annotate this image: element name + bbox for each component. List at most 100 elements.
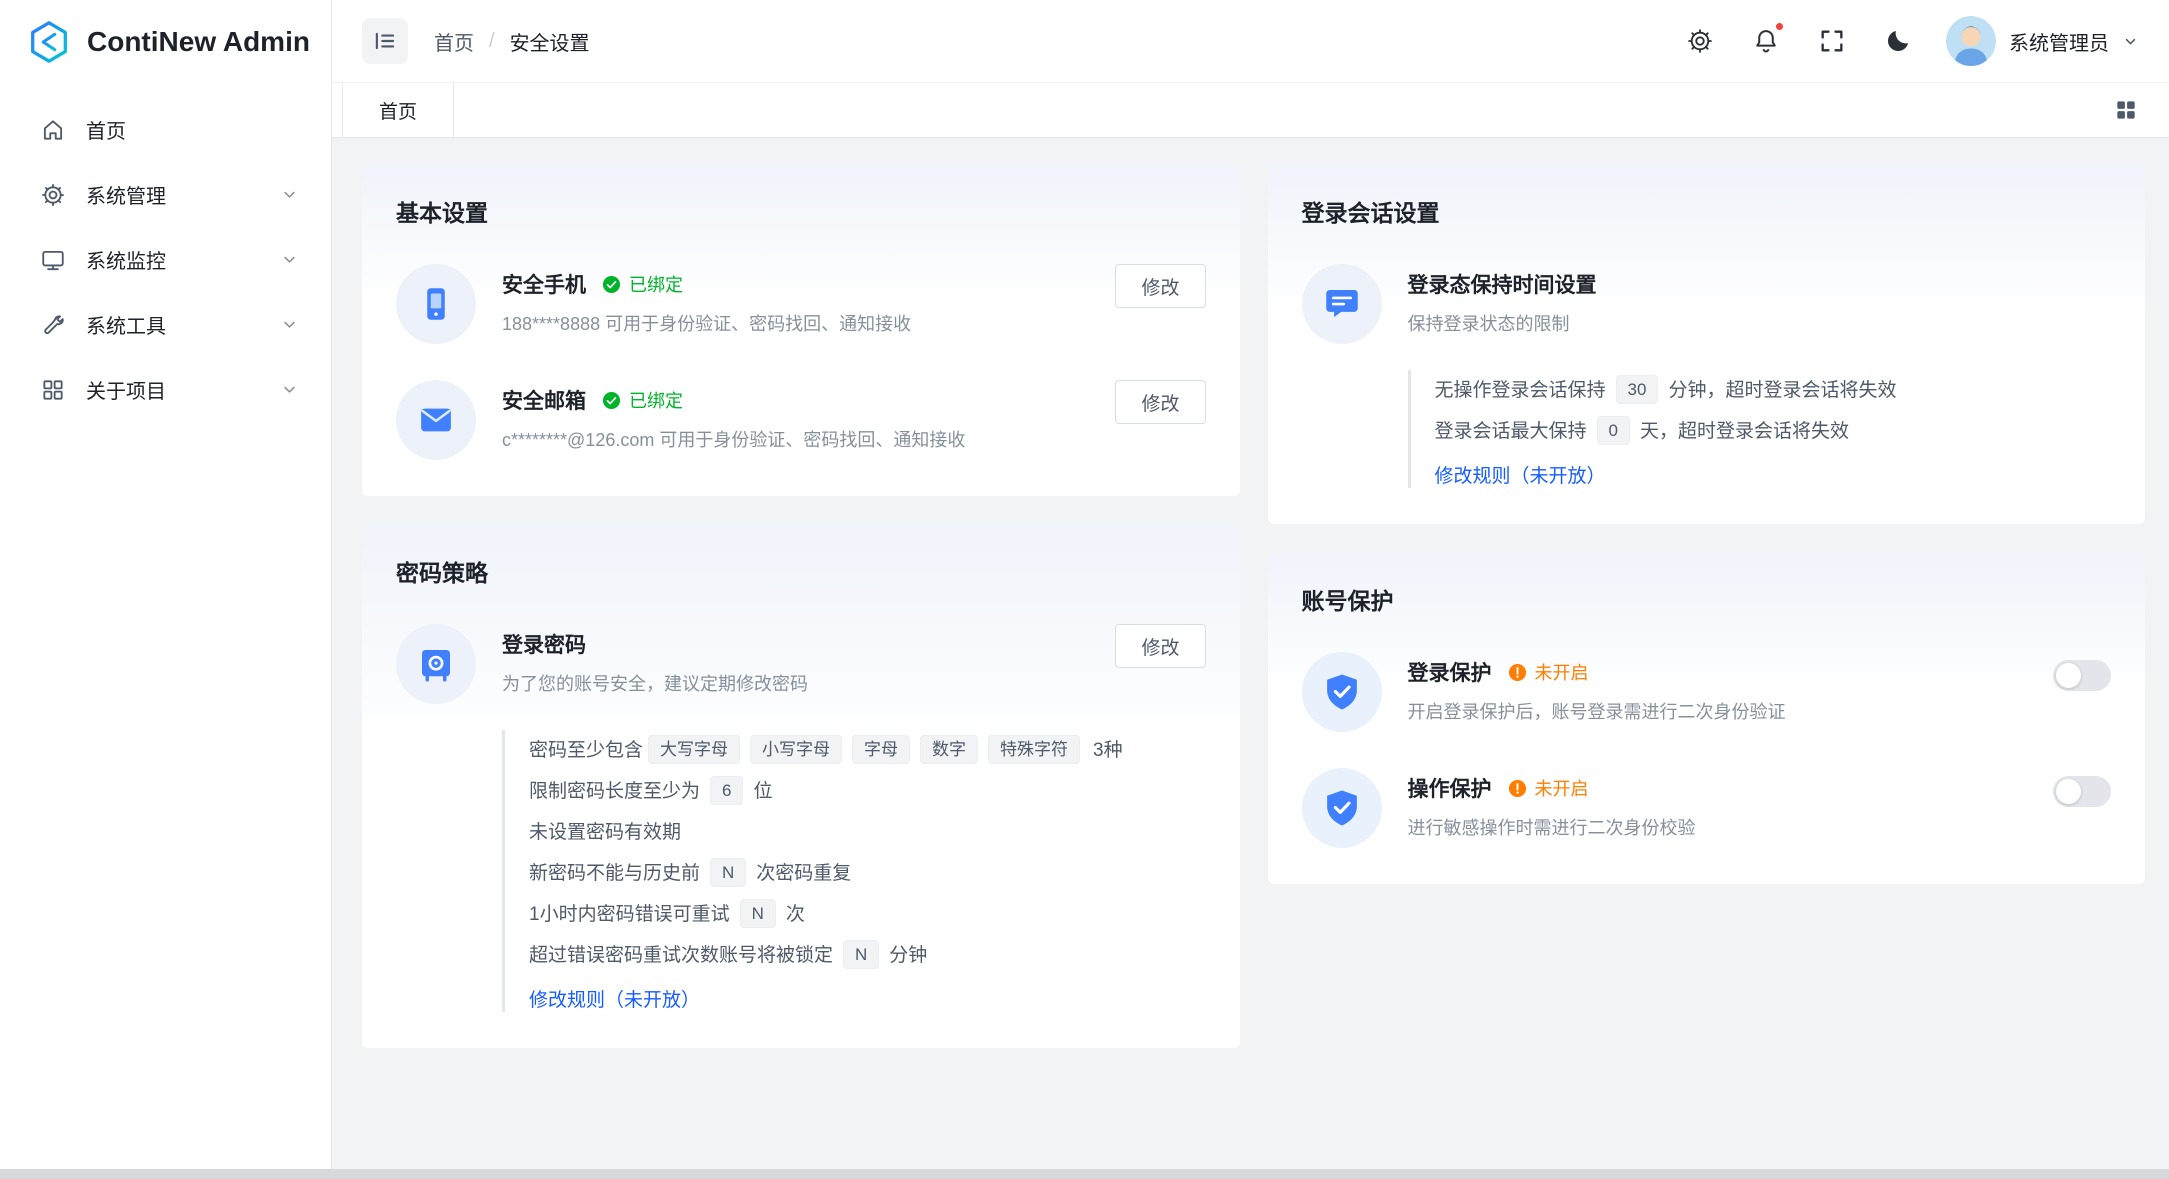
session-rules-block: 无操作登录会话保持30分钟，超时登录会话将失效 登录会话最大保持0天，超时登录会… (1408, 370, 2112, 488)
rule-value-pill: 0 (1597, 416, 1630, 445)
status-text: 未开启 (1535, 659, 1589, 685)
chat-bubble-icon (1302, 264, 1382, 344)
sidebar-item-label: 关于项目 (86, 375, 260, 404)
password-lock-rule: 超过错误密码重试次数账号将被锁定N分钟 (529, 935, 1206, 976)
rule-text: 分钟，超时登录会话将失效 (1668, 380, 1896, 401)
toggle-knob (2056, 663, 2081, 688)
rule-value-pill: N (710, 858, 746, 887)
card-session-settings: 登录会话设置 登录态保持时间设置 保持登录状态的限 (1268, 164, 2146, 524)
rule-tag: 特殊字符 (988, 735, 1080, 764)
rule-text: 次密码重复 (756, 863, 851, 884)
left-column: 基本设置 安全手机 (362, 164, 1240, 1179)
sidebar-item-home[interactable]: 首页 (0, 97, 331, 162)
item-title: 安全邮箱 (502, 385, 586, 415)
item-description: 为了您的账号安全，建议定期修改密码 (502, 671, 1095, 698)
card-title: 密码策略 (396, 554, 1206, 588)
card-password-policy: 密码策略 登录密码 (362, 524, 1240, 1048)
chevron-down-icon (280, 185, 299, 204)
main-area: 首页 / 安全设置 (332, 0, 2169, 1179)
app-logo[interactable]: ContiNew Admin (0, 0, 331, 83)
rule-tag: 数字 (920, 735, 978, 764)
sidebar-item-system-management[interactable]: 系统管理 (0, 162, 331, 227)
login-protection-toggle[interactable] (2053, 660, 2111, 691)
item-description: 保持登录状态的限制 (1408, 311, 2112, 338)
safe-icon (396, 624, 476, 704)
tab-bar: 首页 (332, 83, 2169, 138)
modify-password-rules-link[interactable]: 修改规则（未开放） (529, 985, 700, 1012)
password-history-rule: 新密码不能与历史前 N 次密码重复 (529, 853, 1206, 894)
dark-mode-button[interactable] (1880, 23, 1916, 59)
card-title: 基本设置 (396, 194, 1206, 228)
user-name: 系统管理员 (2009, 27, 2109, 56)
settings-button[interactable] (1682, 23, 1718, 59)
status-badge: 已绑定 (602, 387, 683, 413)
sidebar-item-system-monitor[interactable]: 系统监控 (0, 227, 331, 292)
sidebar-item-label: 首页 (86, 115, 299, 144)
password-length-rule: 限制密码长度至少为6位 (529, 771, 1206, 812)
sidebar-item-system-tools[interactable]: 系统工具 (0, 292, 331, 357)
user-menu[interactable]: 系统管理员 (1946, 16, 2139, 66)
item-description: 进行敏感操作时需进行二次身份校验 (1408, 815, 2034, 842)
tab-home[interactable]: 首页 (342, 83, 454, 137)
card-title: 登录会话设置 (1302, 194, 2112, 228)
tab-label: 首页 (379, 97, 417, 124)
notifications-button[interactable] (1748, 23, 1784, 59)
moon-icon (1884, 27, 1912, 55)
rule-value-pill: 30 (1616, 375, 1659, 404)
toggle-knob (2056, 779, 2081, 804)
rule-text: 天，超时登录会话将失效 (1640, 421, 1849, 442)
check-circle-icon (602, 391, 621, 410)
status-text: 已绑定 (629, 387, 683, 413)
security-phone-item: 安全手机 已绑定 188****8888 可用于身份验证、密码找回、通知接收 (396, 264, 1206, 344)
content-area: 基本设置 安全手机 (332, 138, 2169, 1179)
session-keep-item: 登录态保持时间设置 保持登录状态的限制 (1302, 264, 2112, 344)
session-max-rule: 登录会话最大保持 0 天，超时登录会话将失效 (1435, 411, 2112, 452)
status-badge: 未开启 (1508, 659, 1589, 685)
gear-icon (1686, 27, 1714, 55)
phone-icon (396, 264, 476, 344)
sidebar: ContiNew Admin 首页 系统管理 (0, 0, 332, 1179)
collapse-sidebar-button[interactable] (362, 18, 408, 64)
sidebar-item-about-project[interactable]: 关于项目 (0, 357, 331, 422)
status-badge: 未开启 (1508, 775, 1589, 801)
card-account-protection: 账号保护 登录保护 (1268, 552, 2146, 884)
sidebar-menu: 首页 系统管理 系统监控 (0, 83, 331, 422)
mail-icon (396, 380, 476, 460)
rule-text: 登录会话最大保持 (1435, 421, 1587, 442)
chevron-down-icon (2122, 33, 2139, 50)
sidebar-item-label: 系统工具 (86, 310, 260, 339)
item-title: 登录保护 (1408, 657, 1492, 687)
modify-email-button[interactable]: 修改 (1115, 380, 1205, 424)
operation-protection-toggle[interactable] (2053, 776, 2111, 807)
item-title: 登录态保持时间设置 (1408, 269, 1597, 299)
breadcrumb-current: 安全设置 (510, 27, 590, 56)
modify-session-rules-link[interactable]: 修改规则（未开放） (1435, 461, 1606, 488)
apps-grid-icon (2113, 97, 2139, 123)
item-title: 安全手机 (502, 269, 586, 299)
rule-value-pill: N (843, 940, 879, 969)
topbar-actions: 系统管理员 (1682, 16, 2139, 66)
fullscreen-button[interactable] (1814, 23, 1850, 59)
rule-text: 分钟 (889, 945, 927, 966)
horizontal-scrollbar[interactable] (0, 1169, 2169, 1179)
tab-actions-button[interactable] (2109, 93, 2143, 127)
notification-badge-dot (1774, 21, 1785, 32)
modify-password-button[interactable]: 修改 (1115, 624, 1205, 668)
rule-text: 未设置密码有效期 (529, 822, 681, 843)
check-circle-icon (602, 275, 621, 294)
security-email-item: 安全邮箱 已绑定 c********@126.com 可用于身份验证、密码找回、… (396, 380, 1206, 460)
item-description: 开启登录保护后，账号登录需进行二次身份验证 (1408, 699, 2034, 726)
modify-phone-button[interactable]: 修改 (1115, 264, 1205, 308)
topbar: 首页 / 安全设置 (332, 0, 2169, 83)
rule-text: 位 (753, 781, 772, 802)
password-contain-rule: 密码至少包含大写字母小写字母字母数字特殊字符3种 (529, 730, 1206, 771)
rule-text: 新密码不能与历史前 (529, 863, 700, 884)
breadcrumb: 首页 / 安全设置 (434, 27, 590, 56)
rule-text: 次 (786, 904, 805, 925)
session-idle-rule: 无操作登录会话保持30分钟，超时登录会话将失效 (1435, 370, 2112, 411)
shield-check-icon (1302, 768, 1382, 848)
item-description: c********@126.com 可用于身份验证、密码找回、通知接收 (502, 427, 1095, 454)
rule-text: 密码至少包含 (529, 740, 643, 761)
breadcrumb-home[interactable]: 首页 (434, 27, 474, 56)
warning-circle-icon (1508, 663, 1527, 682)
